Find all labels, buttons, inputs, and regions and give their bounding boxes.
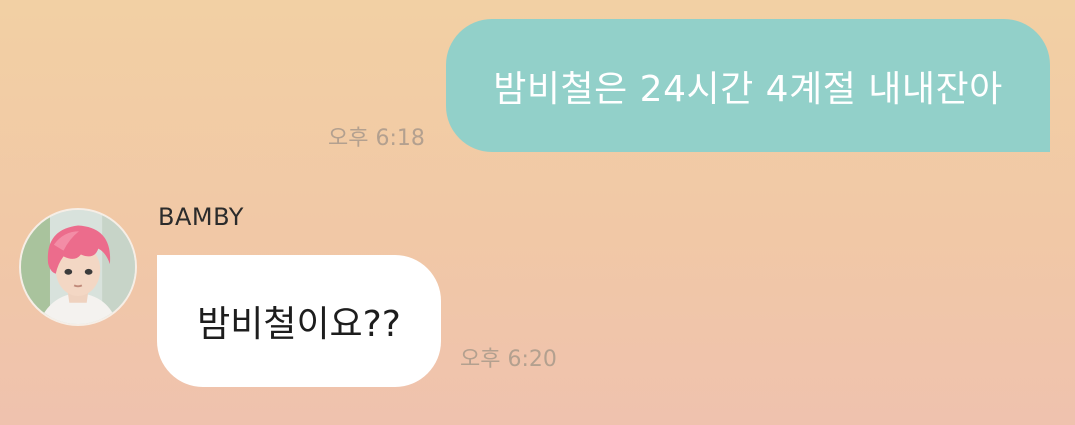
outgoing-message-timestamp: 오후 6:18: [328, 126, 425, 151]
outgoing-message-text: 밤비철은 24시간 4계절 내내잔아: [493, 68, 1003, 110]
sender-name[interactable]: BAMBY: [158, 203, 244, 231]
incoming-message-bubble[interactable]: 밤비철이요??: [157, 255, 441, 387]
chat-view: 밤비철은 24시간 4계절 내내잔아 오후 6:18 BAMBY 밤비철이요??…: [0, 0, 1075, 425]
incoming-message-timestamp: 오후 6:20: [460, 347, 557, 372]
profile-avatar-icon: [21, 210, 135, 324]
sender-avatar[interactable]: [19, 208, 137, 326]
incoming-message-text: 밤비철이요??: [197, 304, 401, 345]
outgoing-message-bubble[interactable]: 밤비철은 24시간 4계절 내내잔아: [446, 19, 1050, 152]
